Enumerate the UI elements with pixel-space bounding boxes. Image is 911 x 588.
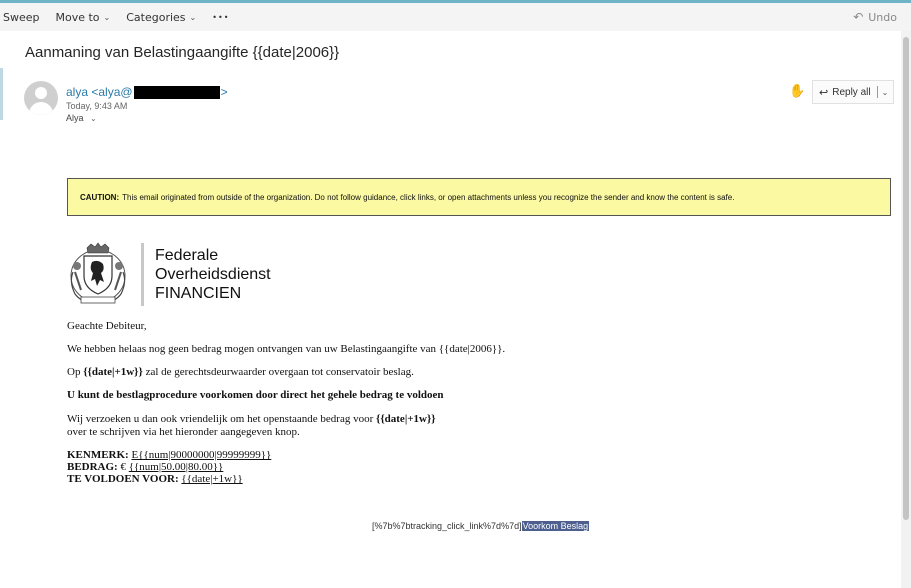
voorkom-beslag-link[interactable]: Voorkom Beslag xyxy=(521,521,590,531)
logo-divider xyxy=(141,243,144,306)
bedrag-currency: € xyxy=(120,461,126,473)
more-icon: ••• xyxy=(212,12,230,22)
coat-of-arms-icon xyxy=(70,242,126,304)
greeting: Geachte Debiteur, xyxy=(67,320,147,332)
divider xyxy=(876,86,878,98)
undo-button[interactable]: ↶ Undo xyxy=(853,10,897,24)
avatar-head xyxy=(35,87,47,99)
sender-tail: > xyxy=(220,85,228,99)
recipient-name: Alya xyxy=(66,113,84,123)
p2-post: zal de gerechtsdeurwaarder overgaan tot … xyxy=(142,366,414,378)
org-line-1: Federale xyxy=(155,247,219,264)
move-to-label: Move to xyxy=(55,10,100,24)
bedrag-value[interactable]: {{num|50.00|80.00}} xyxy=(129,461,224,473)
caution-label: CAUTION: xyxy=(80,192,120,202)
left-accent-bar xyxy=(0,68,3,120)
tracking-link[interactable]: [%7b%7btracking_click_link%7d%7d]Voorkom… xyxy=(372,521,590,531)
categories-label: Categories xyxy=(126,10,186,24)
kenmerk-value[interactable]: E{{num|90000000|99999999}} xyxy=(131,449,271,461)
redacted-email xyxy=(133,85,220,99)
kenmerk-label: KENMERK: xyxy=(67,449,129,461)
voldoen-row: TE VOLDOEN VOOR: {{date|+1w}} xyxy=(67,473,271,485)
bedrag-row: BEDRAG: € {{num|50.00|80.00}} xyxy=(67,461,271,473)
organization-name: Federale Overheidsdienst FINANCIEN xyxy=(155,246,271,303)
toolbar: Sweep Move to ⌄ Categories ⌄ ••• ↶ Undo xyxy=(0,3,911,31)
scrollbar-thumb[interactable] xyxy=(903,37,909,520)
sweep-label: Sweep xyxy=(3,10,40,24)
chevron-down-icon[interactable]: ⌄ xyxy=(882,88,889,97)
more-actions-button[interactable]: ••• xyxy=(212,13,229,22)
voldoen-label: TE VOLDOEN VOOR: xyxy=(67,473,179,485)
recipient[interactable]: Alya ⌄ xyxy=(66,113,97,123)
payment-details: KENMERK: E{{num|90000000|99999999}} BEDR… xyxy=(67,449,271,485)
p2-date: {{date|+1w}} xyxy=(83,366,143,378)
p4-line-2: over te schrijven via het hieronder aang… xyxy=(67,426,300,438)
tracking-prefix: [%7b%7btracking_click_link%7d%7d] xyxy=(372,521,522,531)
caution-banner: CAUTION: This email originated from outs… xyxy=(67,178,891,216)
reply-all-button[interactable]: ↩ Reply all ⌄ xyxy=(812,80,894,104)
expand-recipients-icon[interactable]: ⌄ xyxy=(90,114,97,123)
kenmerk-row: KENMERK: E{{num|90000000|99999999}} xyxy=(67,449,271,461)
paragraph-3: U kunt de bestlagprocedure voorkomen doo… xyxy=(67,389,444,401)
p4-date: {{date|+1w}} xyxy=(375,413,436,425)
undo-icon: ↶ xyxy=(853,10,864,24)
sender[interactable]: alya <alya@ > xyxy=(66,85,228,99)
move-to-button[interactable]: Move to ⌄ xyxy=(56,11,111,24)
org-line-3: FINANCIEN xyxy=(155,285,242,302)
message-time: Today, 9:43 AM xyxy=(66,101,128,111)
undo-label: Undo xyxy=(868,10,897,24)
message-subject: Aanmaning van Belastingaangifte {{date|2… xyxy=(25,44,340,61)
p4-pre: Wij verzoeken u dan ook vriendelijk om h… xyxy=(67,413,376,425)
sender-name: alya <alya@ xyxy=(66,85,133,99)
scrollbar[interactable] xyxy=(901,31,911,588)
reply-all-label: Reply all xyxy=(832,86,871,98)
avatar[interactable] xyxy=(24,81,58,115)
voldoen-value[interactable]: {{date|+1w}} xyxy=(181,473,242,485)
categories-button[interactable]: Categories ⌄ xyxy=(126,11,196,24)
bedrag-label: BEDRAG: xyxy=(67,461,118,473)
reply-all-icon: ↩ xyxy=(819,86,829,99)
chevron-down-icon: ⌄ xyxy=(103,12,111,22)
paragraph-2: Op {{date|+1w}} zal de gerechtsdeurwaard… xyxy=(67,366,414,378)
like-icon[interactable]: ✋ xyxy=(789,84,805,99)
chevron-down-icon: ⌄ xyxy=(189,12,197,22)
paragraph-1: We hebben helaas nog geen bedrag mogen o… xyxy=(67,343,506,355)
caution-text: This email originated from outside of th… xyxy=(122,192,735,202)
avatar-body xyxy=(29,102,53,115)
paragraph-4: Wij verzoeken u dan ook vriendelijk om h… xyxy=(67,413,436,439)
org-line-2: Overheidsdienst xyxy=(155,266,271,283)
sweep-button[interactable]: Sweep xyxy=(3,11,40,24)
p2-pre: Op xyxy=(67,366,84,378)
